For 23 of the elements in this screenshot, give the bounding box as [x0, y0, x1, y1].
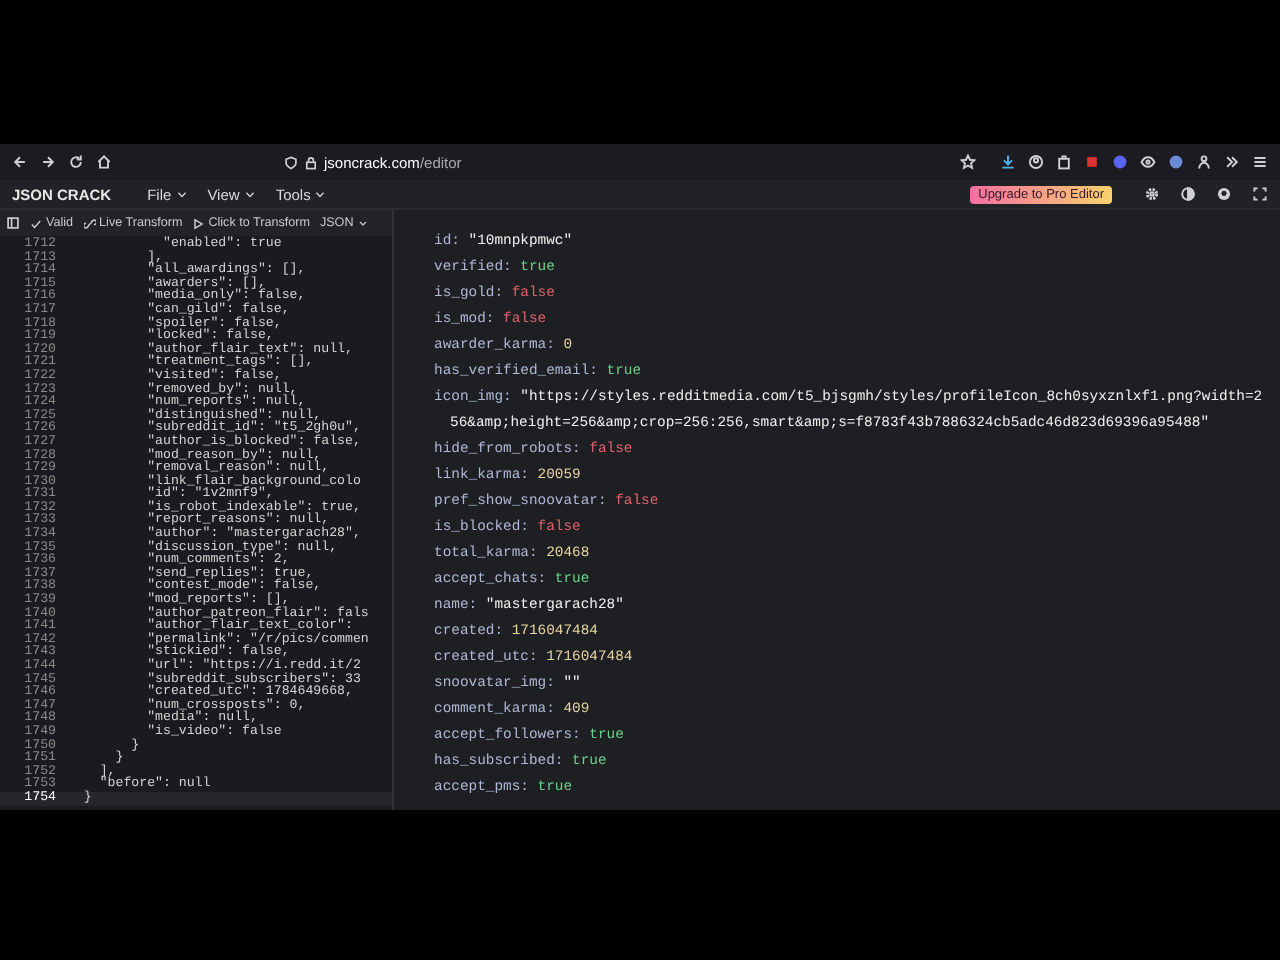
lock-icon	[304, 155, 318, 169]
eye-icon[interactable]	[1140, 154, 1156, 170]
back-icon[interactable]	[12, 154, 28, 170]
home-icon[interactable]	[96, 154, 112, 170]
account-icon[interactable]	[1028, 154, 1044, 170]
link-icon	[83, 217, 96, 229]
check-icon	[30, 217, 42, 229]
forward-icon[interactable]	[40, 154, 56, 170]
overflow-icon[interactable]	[1224, 154, 1240, 170]
download-icon[interactable]	[1000, 154, 1016, 170]
play-icon	[192, 217, 205, 229]
caret-icon	[243, 188, 256, 200]
fullscreen-icon[interactable]	[1252, 186, 1268, 202]
caret-icon	[175, 188, 188, 200]
star-icon[interactable]	[960, 154, 976, 170]
caret-icon	[314, 188, 327, 200]
menu-icon[interactable]	[1252, 154, 1268, 170]
shield-icon	[284, 155, 298, 169]
caret-icon	[357, 218, 368, 228]
settings-icon[interactable]	[1144, 186, 1160, 202]
reload-icon[interactable]	[68, 154, 84, 170]
theme-icon[interactable]	[1180, 186, 1196, 202]
sidebar-icon[interactable]	[6, 216, 20, 230]
